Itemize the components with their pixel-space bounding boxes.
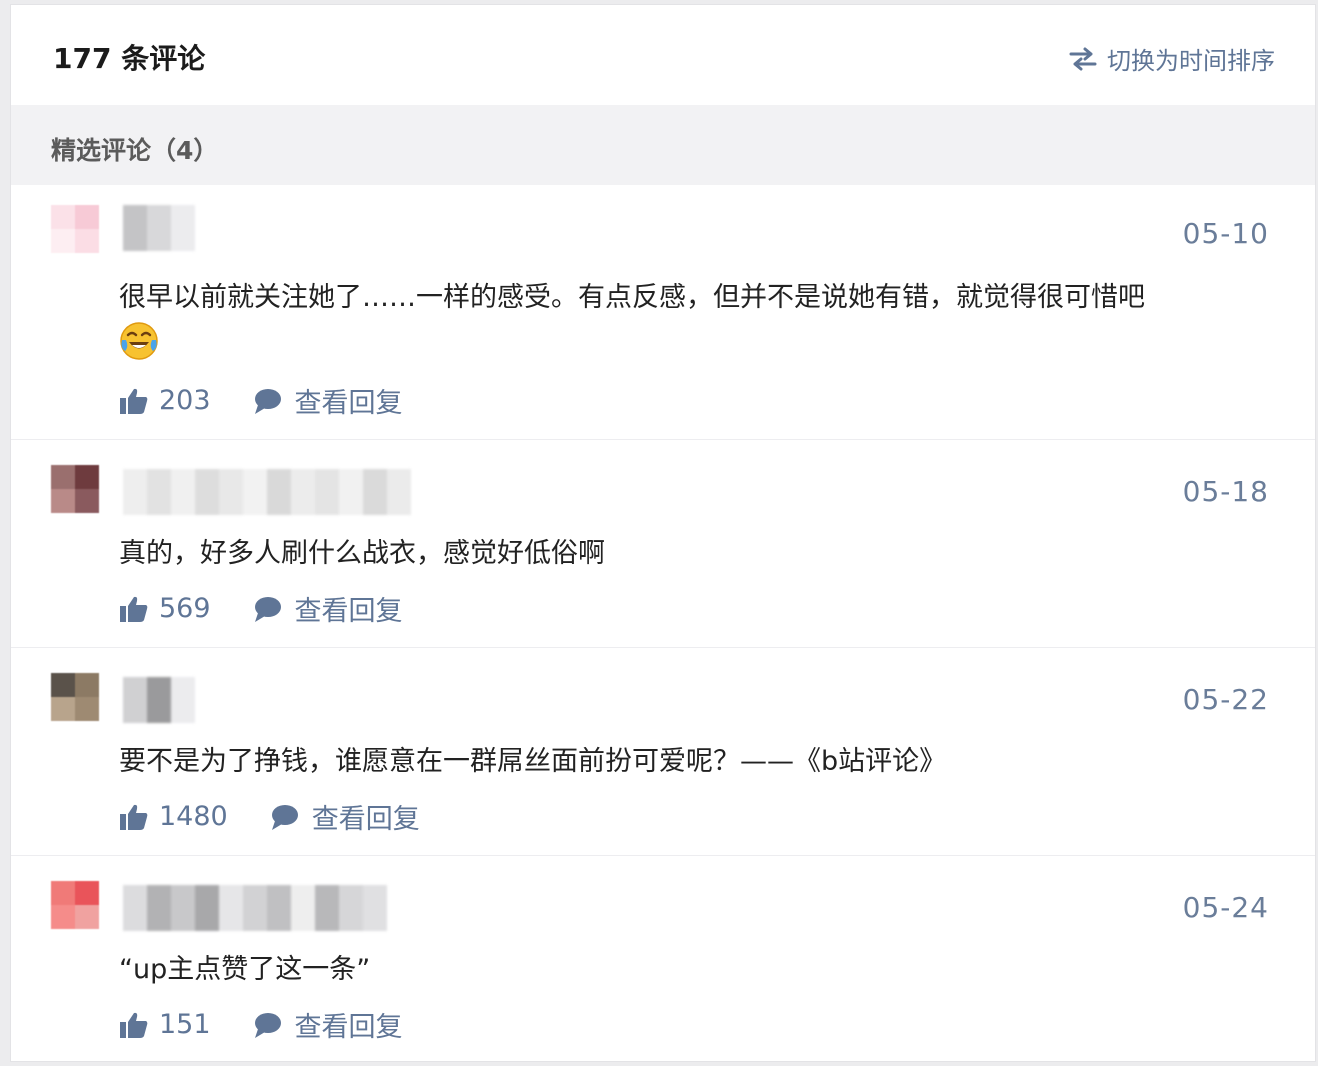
view-replies-label: 查看回复: [294, 388, 403, 419]
comment-date: 05-18: [1182, 475, 1269, 508]
sort-toggle-label: 切换为时间排序: [1107, 47, 1275, 75]
featured-comments-label: 精选评论（4）: [51, 136, 219, 165]
comment-actions: 569 查看回复: [119, 589, 403, 628]
thumbs-up-icon: [120, 804, 148, 830]
avatar[interactable]: [51, 673, 99, 721]
view-replies-button[interactable]: 查看回复: [253, 589, 403, 628]
comment-text: 真的，好多人刷什么战衣，感觉好低俗啊: [119, 538, 605, 569]
username-blurred[interactable]: [123, 205, 195, 251]
avatar[interactable]: [51, 881, 99, 929]
crying-laughing-emoji-icon: [120, 322, 158, 360]
view-replies-label: 查看回复: [311, 804, 420, 835]
chat-bubble-icon: [254, 596, 281, 622]
comment-date: 05-10: [1182, 217, 1269, 250]
like-button[interactable]: 569: [119, 593, 211, 624]
comment-actions: 203 查看回复: [119, 381, 403, 420]
like-count: 569: [159, 593, 211, 624]
view-replies-button[interactable]: 查看回复: [253, 381, 403, 420]
comment-actions: 151 查看回复: [119, 1005, 403, 1044]
comment-actions: 1480 查看回复: [119, 797, 420, 836]
comment-item: 05-24 “up主点赞了这一条” 151 查看回复: [11, 855, 1315, 1063]
comment-date: 05-24: [1182, 891, 1269, 924]
comment-date: 05-22: [1182, 683, 1269, 716]
comment-text: “up主点赞了这一条”: [119, 954, 371, 985]
thumbs-up-icon: [120, 1012, 148, 1038]
username-blurred[interactable]: [123, 677, 195, 723]
thumbs-up-icon: [120, 388, 148, 414]
chat-bubble-icon: [271, 804, 298, 830]
view-replies-label: 查看回复: [294, 1012, 403, 1043]
featured-comments-bar: 精选评论（4）: [11, 105, 1315, 185]
sort-toggle-button[interactable]: 切换为时间排序: [1069, 41, 1275, 76]
like-count: 1480: [159, 801, 228, 832]
view-replies-button[interactable]: 查看回复: [253, 1005, 403, 1044]
chat-bubble-icon: [254, 388, 281, 414]
thumbs-up-icon: [120, 596, 148, 622]
username-blurred[interactable]: [123, 885, 387, 931]
view-replies-button[interactable]: 查看回复: [270, 797, 420, 836]
like-button[interactable]: 151: [119, 1009, 211, 1040]
comment-item: 05-22 要不是为了挣钱，谁愿意在一群屌丝面前扮可爱呢？——《b站评论》 14…: [11, 647, 1315, 856]
like-button[interactable]: 1480: [119, 801, 228, 832]
avatar[interactable]: [51, 465, 99, 513]
comment-text: 要不是为了挣钱，谁愿意在一群屌丝面前扮可爱呢？——《b站评论》: [119, 746, 947, 777]
username-blurred[interactable]: [123, 469, 411, 515]
avatar[interactable]: [51, 205, 99, 253]
swap-arrows-icon: [1069, 47, 1097, 70]
comment-count-title: 177 条评论: [53, 42, 206, 75]
like-button[interactable]: 203: [119, 385, 211, 416]
like-count: 203: [159, 385, 211, 416]
comment-item: 05-18 真的，好多人刷什么战衣，感觉好低俗啊 569 查看回复: [11, 439, 1315, 648]
chat-bubble-icon: [254, 1012, 281, 1038]
comments-header: 177 条评论 切换为时间排序: [11, 5, 1315, 105]
like-count: 151: [159, 1009, 211, 1040]
comment-panel: 177 条评论 切换为时间排序 精选评论（4） 05-10 很早以前就关注她了……: [10, 4, 1316, 1062]
comment-item: 05-10 很早以前就关注她了……一样的感受。有点反感，但并不是说她有错，就觉得…: [11, 185, 1315, 440]
view-replies-label: 查看回复: [294, 596, 403, 627]
comment-text: 很早以前就关注她了……一样的感受。有点反感，但并不是说她有错，就觉得很可惜吧: [119, 282, 1145, 313]
